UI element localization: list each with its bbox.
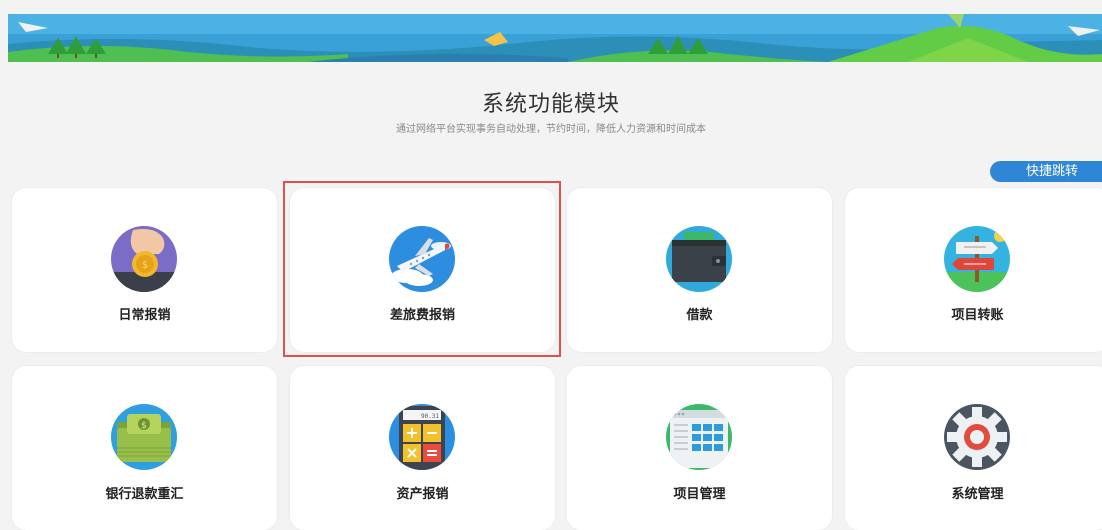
module-card-project-transfer[interactable]: 项目转账 [845, 188, 1102, 352]
header-banner [8, 14, 1102, 62]
module-label: 差旅费报销 [389, 308, 455, 323]
calculator-icon: 90.31 [389, 404, 455, 470]
module-card-asset-reimbursement[interactable]: 90.31 资产报销 [290, 366, 555, 530]
module-label: 项目转账 [951, 308, 1004, 323]
page-subtitle: 通过网络平台实现事务自动处理，节约时间，降低人力资源和时间成本 [396, 124, 706, 135]
module-card-system-management[interactable]: 系统管理 [845, 366, 1102, 530]
module-card-loan[interactable]: 借款 [567, 188, 832, 352]
page-title: 系统功能模块 [481, 92, 620, 117]
module-label: 项目管理 [673, 487, 726, 502]
signpost-icon [944, 226, 1010, 292]
module-card-bank-refund-remit[interactable]: $ 银行退款重汇 [12, 366, 277, 530]
module-label: 借款 [686, 308, 713, 323]
quick-jump-button[interactable]: 快捷跳转 [990, 161, 1102, 182]
gear-icon [944, 404, 1010, 470]
module-label: 银行退款重汇 [105, 487, 184, 502]
module-label: 日常报销 [118, 308, 171, 323]
landscape-banner-illustration [8, 14, 1102, 62]
module-card-travel-reimbursement[interactable]: 差旅费报销 [290, 188, 555, 352]
module-label: 系统管理 [951, 487, 1004, 502]
module-card-project-management[interactable]: 项目管理 [567, 366, 832, 530]
coin-hand-icon: $ [111, 226, 177, 292]
wallet-icon [666, 226, 732, 292]
module-label: 资产报销 [396, 487, 449, 502]
module-card-daily-reimbursement[interactable]: $ 日常报销 [12, 188, 277, 352]
calculator-display: 90.31 [421, 413, 439, 420]
svg-text:$: $ [141, 421, 147, 431]
svg-text:$: $ [142, 260, 148, 271]
money-stack-icon: $ [111, 404, 177, 470]
airplane-icon [389, 226, 455, 292]
grid-table-icon [666, 404, 732, 470]
